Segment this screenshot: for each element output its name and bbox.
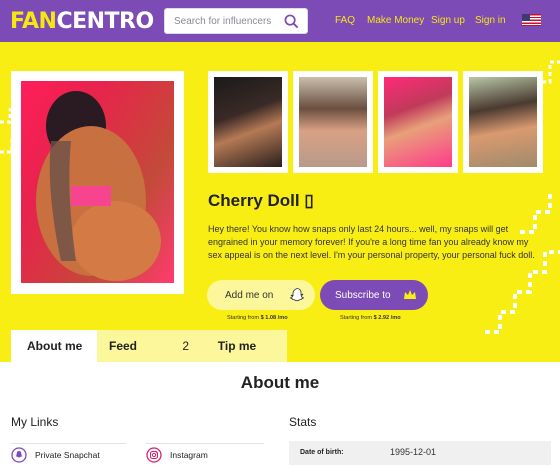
fancentro-crown-icon [404, 290, 416, 299]
stats-title: Stats [289, 415, 317, 429]
add-me-on-snapchat-button[interactable]: Add me on [207, 280, 315, 310]
stairs-decoration-right [485, 192, 560, 334]
search-box [164, 8, 308, 34]
profile-photo[interactable] [21, 81, 174, 283]
stat-row-date-of-birth: Date of birth: 1995-12-01 [289, 441, 551, 465]
gallery-thumb-4[interactable] [463, 71, 543, 173]
gallery-thumb-3[interactable] [378, 71, 458, 173]
instagram-icon [146, 446, 162, 463]
search-icon[interactable] [284, 14, 299, 29]
top-header: FANCENTRO FAQ Make Money Sign up Sign in [0, 0, 560, 42]
fancentro-logo[interactable]: FANCENTRO [10, 9, 154, 34]
snapchat-private-icon [11, 446, 27, 463]
nav-sign-up[interactable]: Sign up [431, 15, 465, 26]
feed-count-badge: 2 [182, 339, 189, 353]
tab-about-me[interactable]: About me [11, 330, 97, 362]
gallery-thumb-2[interactable] [293, 71, 373, 173]
tab-tip-me[interactable]: Tip me [197, 330, 287, 362]
tab-feed[interactable]: Feed 2 [97, 330, 197, 362]
about-section-title: About me [240, 373, 320, 392]
add-price-note: Starting from $ 1.08 /mo [227, 315, 288, 321]
nav-make-money[interactable]: Make Money [367, 15, 424, 26]
subscribe-button[interactable]: Subscribe to [320, 280, 428, 310]
link-private-snapchat[interactable]: Private Snapchat [11, 443, 126, 465]
subscribe-price-note: Starting from $ 2.92 /mo [340, 315, 401, 321]
stat-key: Date of birth: [300, 449, 344, 456]
profile-name: Cherry Doll ▯ [208, 191, 314, 210]
gallery-thumb-1[interactable] [208, 71, 288, 173]
snapchat-ghost-icon [289, 288, 305, 302]
add-button-label: Add me on [225, 289, 274, 301]
us-flag-icon[interactable] [522, 14, 541, 26]
profile-bio: Hey there! You know how snaps only last … [208, 224, 535, 260]
nav-sign-in[interactable]: Sign in [475, 15, 506, 26]
nav-faq[interactable]: FAQ [335, 15, 355, 26]
subscribe-button-label: Subscribe to [335, 289, 391, 301]
stat-value: 1995-12-01 [390, 447, 437, 457]
search-input[interactable] [165, 9, 277, 33]
profile-photo-frame [11, 71, 184, 294]
link-instagram[interactable]: Instagram [146, 443, 264, 465]
my-links-title: My Links [11, 415, 59, 429]
